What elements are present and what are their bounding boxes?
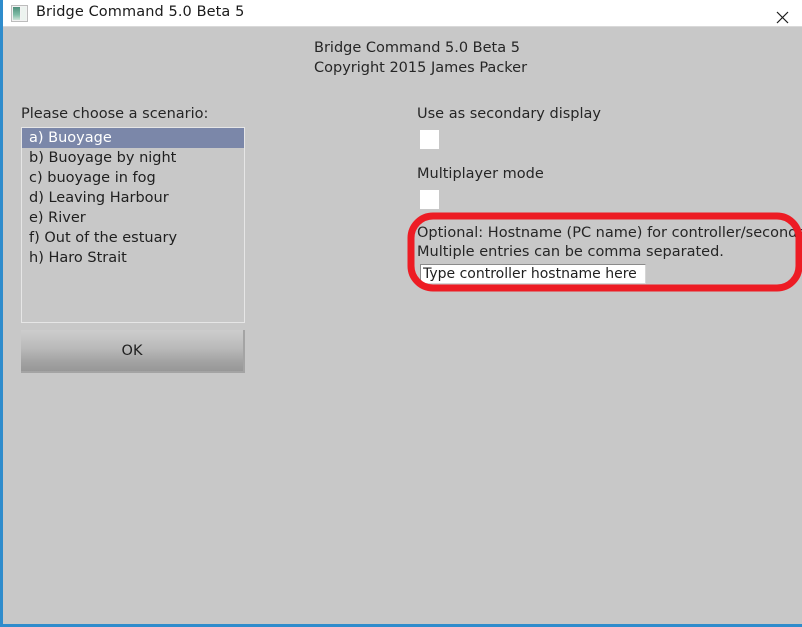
application-window: Bridge Command 5.0 Beta 5 Bridge Command… bbox=[0, 0, 802, 627]
close-icon[interactable] bbox=[759, 0, 802, 26]
list-item[interactable]: c) buoyage in fog bbox=[22, 168, 244, 188]
secondary-display-checkbox[interactable] bbox=[420, 130, 439, 149]
list-item[interactable]: f) Out of the estuary bbox=[22, 228, 244, 248]
list-item[interactable]: b) Buoyage by night bbox=[22, 148, 244, 168]
list-item[interactable]: e) River bbox=[22, 208, 244, 228]
app-header-title: Bridge Command 5.0 Beta 5 bbox=[314, 40, 520, 56]
list-item[interactable]: d) Leaving Harbour bbox=[22, 188, 244, 208]
dialog-content: Bridge Command 5.0 Beta 5 Copyright 2015… bbox=[6, 27, 802, 624]
ok-button[interactable]: OK bbox=[21, 330, 245, 373]
window-title: Bridge Command 5.0 Beta 5 bbox=[36, 4, 245, 20]
scenario-list-label: Please choose a scenario: bbox=[21, 106, 209, 122]
list-item[interactable]: a) Buoyage bbox=[22, 128, 244, 148]
app-icon bbox=[11, 5, 28, 22]
hostname-description: Optional: Hostname (PC name) for control… bbox=[417, 224, 802, 262]
app-header: Bridge Command 5.0 Beta 5 Copyright 2015… bbox=[314, 38, 527, 78]
secondary-display-label: Use as secondary display bbox=[417, 106, 601, 122]
multiplayer-mode-label: Multiplayer mode bbox=[417, 166, 544, 182]
list-item[interactable]: h) Haro Strait bbox=[22, 248, 244, 268]
hostname-description-line1: Optional: Hostname (PC name) for control… bbox=[417, 225, 802, 241]
app-header-copyright: Copyright 2015 James Packer bbox=[314, 60, 528, 76]
hostname-description-line2: Multiple entries can be comma separated. bbox=[417, 244, 724, 260]
scenario-listbox[interactable]: a) Buoyage b) Buoyage by night c) buoyag… bbox=[21, 127, 245, 323]
hostname-input[interactable] bbox=[420, 264, 646, 284]
multiplayer-mode-checkbox[interactable] bbox=[420, 190, 439, 209]
title-bar: Bridge Command 5.0 Beta 5 bbox=[3, 0, 802, 27]
